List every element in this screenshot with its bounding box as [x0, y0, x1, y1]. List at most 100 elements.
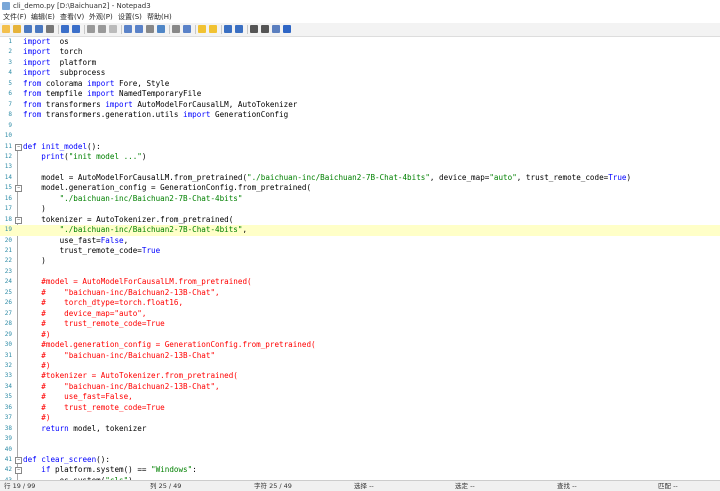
menu-help[interactable]: 帮助(H) — [147, 12, 172, 23]
code-line[interactable]: 35 # use_fast=False, — [0, 392, 720, 402]
fold-toggle-icon[interactable]: − — [15, 185, 22, 193]
code-line[interactable]: 13 — [0, 162, 720, 172]
code-line[interactable]: 9 — [0, 121, 720, 131]
fold-toggle-icon[interactable]: − — [15, 143, 22, 151]
code-line[interactable]: 12 print("init model ...") — [0, 152, 720, 162]
code-line[interactable]: 15− model.generation_config = Generation… — [0, 183, 720, 193]
line-number: 7 — [8, 100, 12, 108]
cut-icon[interactable] — [87, 25, 95, 33]
menu-edit[interactable]: 编辑(E) — [31, 12, 55, 23]
print-icon[interactable] — [46, 25, 54, 33]
code-line[interactable]: 16 "./baichuan-inc/Baichuan2-7B-Chat-4bi… — [0, 194, 720, 204]
line-number: 33 — [4, 372, 12, 380]
toolbar-separator — [58, 25, 59, 34]
code-line[interactable]: 3 import platform — [0, 58, 720, 68]
line-number: 41 — [4, 456, 12, 463]
screen-icon[interactable] — [250, 25, 258, 33]
find-icon[interactable] — [124, 25, 132, 33]
paste-icon[interactable] — [109, 25, 117, 33]
code-line[interactable]: 7 from transformers import AutoModelForCa… — [0, 100, 720, 110]
line-number: 25 — [4, 288, 12, 296]
save-as-icon[interactable] — [35, 25, 43, 33]
line-number: 3 — [8, 58, 12, 66]
code-text: #) — [23, 413, 51, 423]
code-line[interactable]: 10 — [0, 131, 720, 141]
fullscreen-icon[interactable] — [261, 25, 269, 33]
zoom-in-icon[interactable] — [224, 25, 232, 33]
code-line[interactable]: 36 # trust_remote_code=True — [0, 403, 720, 413]
star-add-icon[interactable] — [209, 25, 217, 33]
code-line[interactable]: 23 — [0, 267, 720, 277]
fold-toggle-icon[interactable]: − — [15, 216, 22, 224]
code-line[interactable]: 32 #) — [0, 361, 720, 371]
code-line[interactable]: 41− def clear_screen(): — [0, 455, 720, 465]
code-line[interactable]: 26 # torch_dtype=torch.float16, — [0, 298, 720, 308]
code-line[interactable]: 1 import os — [0, 37, 720, 47]
line-number: 16 — [4, 194, 12, 202]
fold-toggle-icon[interactable]: − — [15, 457, 22, 464]
code-line[interactable]: 20 use_fast=False, — [0, 236, 720, 246]
line-number: 13 — [4, 163, 12, 171]
column-icon[interactable] — [172, 25, 180, 33]
code-line[interactable]: 11− def init_model(): — [0, 142, 720, 152]
line-number: 6 — [8, 90, 12, 98]
code-line[interactable]: 19 "./baichuan-inc/Baichuan2-7B-Chat-4bi… — [0, 225, 720, 236]
code-line[interactable]: 2 import torch — [0, 47, 720, 57]
code-text: def clear_screen(): — [23, 455, 110, 464]
code-text: from tempfile import NamedTemporaryFile — [23, 89, 202, 99]
code-line[interactable]: 18− tokenizer = AutoTokenizer.from_pretr… — [0, 215, 720, 225]
redo-icon[interactable] — [72, 25, 80, 33]
code-line[interactable]: 33 #tokenizer = AutoTokenizer.from_pretr… — [0, 371, 720, 381]
menu-file[interactable]: 文件(F) — [3, 12, 27, 23]
editor[interactable]: 1 import os 2 import torch 3 import platform 4… — [0, 37, 720, 480]
menu-settings[interactable]: 设置(S) — [118, 12, 142, 23]
code-line[interactable]: 38 return model, tokenizer — [0, 424, 720, 434]
line-number: 31 — [4, 351, 12, 359]
code-line[interactable]: 30 #model.generation_config = Generation… — [0, 340, 720, 350]
code-line[interactable]: 40 — [0, 445, 720, 455]
code-text: import platform — [23, 57, 97, 67]
menu-appearance[interactable]: 外观(P) — [89, 12, 113, 23]
code-line[interactable]: 14 model = AutoModelForCausalLM.from_pre… — [0, 173, 720, 183]
save-icon[interactable] — [24, 25, 32, 33]
code-line[interactable]: 39 — [0, 434, 720, 444]
code-line[interactable]: 24 #model = AutoModelForCausalLM.from_pr… — [0, 277, 720, 287]
code-line[interactable]: 42− if platform.system() == "Windows": — [0, 465, 720, 475]
find-next-icon[interactable] — [183, 25, 191, 33]
replace-icon[interactable] — [135, 25, 143, 33]
code-text: # trust_remote_code=True — [23, 319, 165, 329]
open-icon[interactable] — [13, 25, 21, 33]
line-number: 36 — [4, 403, 12, 411]
copy-icon[interactable] — [98, 25, 106, 33]
code-line[interactable]: 21 trust_remote_code=True — [0, 246, 720, 256]
code-line[interactable]: 5 from colorama import Fore, Style — [0, 79, 720, 89]
line-number: 37 — [4, 414, 12, 422]
properties-icon[interactable] — [272, 25, 280, 33]
close-icon[interactable] — [283, 25, 291, 33]
fold-toggle-icon[interactable]: − — [15, 467, 22, 475]
line-number: 30 — [4, 341, 12, 349]
line-number: 26 — [4, 299, 12, 307]
code-text: trust_remote_code=True — [23, 246, 161, 255]
code-text: # trust_remote_code=True — [23, 402, 165, 412]
word-wrap-icon[interactable] — [157, 25, 165, 33]
zoom-out-icon[interactable] — [235, 25, 243, 33]
undo-icon[interactable] — [61, 25, 69, 33]
code-line[interactable]: 25 # "baichuan-inc/Baichuan2-13B-Chat", — [0, 288, 720, 298]
new-icon[interactable] — [2, 25, 10, 33]
code-line[interactable]: 29 #) — [0, 330, 720, 340]
code-line[interactable]: 34 # "baichuan-inc/Baichuan2-13B-Chat", — [0, 382, 720, 392]
code-line[interactable]: 6 from tempfile import NamedTemporaryFile — [0, 89, 720, 99]
code-line[interactable]: 8 from transformers.generation.utils impo… — [0, 110, 720, 120]
wrap-icon[interactable] — [146, 25, 154, 33]
code-line[interactable]: 27 # device_map="auto", — [0, 309, 720, 319]
code-text: model.generation_config = GenerationConf… — [23, 183, 312, 193]
code-line[interactable]: 28 # trust_remote_code=True — [0, 319, 720, 329]
menu-view[interactable]: 查看(V) — [60, 12, 84, 23]
code-line[interactable]: 31 # "baichuan-inc/Baichuan2-13B-Chat" — [0, 351, 720, 361]
code-line[interactable]: 17 ) — [0, 204, 720, 214]
code-line[interactable]: 37 #) — [0, 413, 720, 423]
code-line[interactable]: 4 import subprocess — [0, 68, 720, 78]
star-icon[interactable] — [198, 25, 206, 33]
code-line[interactable]: 22 ) — [0, 256, 720, 266]
